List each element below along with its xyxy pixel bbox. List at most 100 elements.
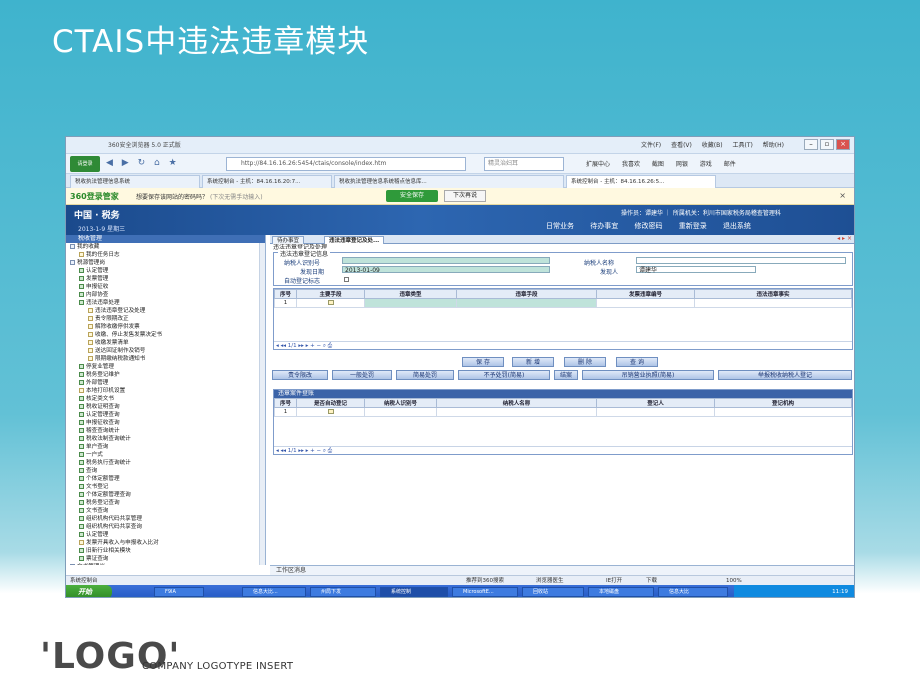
grid1-pager[interactable]: ◂ ◂◂ 1/1 ▸▸ ▸ + − ⌕ ⎙: [274, 341, 852, 349]
tree-item[interactable]: 文书管理岗: [66, 563, 265, 565]
tree-item[interactable]: 发票管理: [66, 275, 265, 283]
table-cell[interactable]: [456, 298, 597, 308]
row-checkbox[interactable]: [327, 299, 334, 305]
row-select-cell[interactable]: [296, 407, 365, 417]
simple-penalty-button[interactable]: 简易处罚: [396, 370, 454, 380]
login-button[interactable]: 请登录: [70, 156, 100, 172]
tree-item[interactable]: 认定管理查询: [66, 411, 265, 419]
delete-button[interactable]: 删 除: [564, 357, 606, 367]
maximize-icon[interactable]: ▫: [820, 139, 834, 150]
browser-tab-4[interactable]: 系统控制台 - 主机：84.16.16.26:5...: [566, 175, 716, 188]
save-button[interactable]: 保 存: [462, 357, 504, 367]
taxpayer-name-field[interactable]: [636, 257, 846, 264]
taskbar-item[interactable]: 信息大比...: [242, 587, 306, 597]
tree-item[interactable]: 申报征收查询: [66, 419, 265, 427]
tree-item[interactable]: 单户查询: [66, 443, 265, 451]
tab-violation-registration[interactable]: 违法违章登记及处...: [324, 236, 385, 244]
nav-change-password[interactable]: 修改密码: [634, 222, 662, 230]
taskbar-item[interactable]: 系统控制: [380, 587, 448, 597]
close-icon[interactable]: ×: [839, 191, 846, 200]
tree-item[interactable]: 内部协查: [66, 291, 265, 299]
tree-item[interactable]: 查询: [66, 467, 265, 475]
tree-item[interactable]: 停复业管理: [66, 363, 265, 371]
tree-item[interactable]: 旧新行业相关模块: [66, 547, 265, 555]
found-date-field[interactable]: 2013-01-09: [342, 266, 550, 274]
tree-item[interactable]: 我的任务日志: [66, 251, 265, 259]
general-penalty-button[interactable]: 一般处罚: [332, 370, 392, 380]
menu-file[interactable]: 文件(F): [641, 142, 661, 149]
tree-item[interactable]: 收缴发票清单: [66, 339, 265, 347]
tree-item[interactable]: 解除收缴停供发票: [66, 323, 265, 331]
tree-item[interactable]: 违法违章登记及处理: [66, 307, 265, 315]
menu-view[interactable]: 查看(V): [671, 142, 692, 149]
tree-item[interactable]: 核定类文书: [66, 395, 265, 403]
row-checkbox[interactable]: [327, 408, 334, 414]
nav-exit[interactable]: 退出系统: [723, 222, 751, 230]
tree-item[interactable]: 外部管理: [66, 379, 265, 387]
tree-item[interactable]: 收缴、停止发售发票决定书: [66, 331, 265, 339]
close-icon[interactable]: ×: [836, 139, 850, 150]
extensions-button[interactable]: 扩展中心: [586, 161, 610, 168]
table-row[interactable]: 1: [274, 407, 852, 417]
tree-item[interactable]: 文书查询: [66, 507, 265, 515]
table-cell[interactable]: [694, 298, 852, 308]
tree-item[interactable]: 个体定额管理: [66, 475, 265, 483]
tree-item[interactable]: 申报征收: [66, 283, 265, 291]
tree-scrollbar[interactable]: [259, 243, 265, 565]
forward-icon[interactable]: ▶: [122, 158, 129, 168]
tree-item[interactable]: 认定管理: [66, 531, 265, 539]
row-select-cell[interactable]: [296, 298, 365, 308]
table-cell[interactable]: [596, 407, 715, 417]
later-button[interactable]: 下次再说: [444, 190, 486, 202]
tree-item[interactable]: 我的收藏: [66, 243, 265, 251]
revoke-license-button[interactable]: 吊销营业执照(简易): [582, 370, 714, 380]
tree-item[interactable]: 税务登记查询: [66, 499, 265, 507]
menu-tools[interactable]: 工具(T): [733, 142, 753, 149]
tree-item[interactable]: 个体定额管理查询: [66, 491, 265, 499]
tree-item[interactable]: 文书登记: [66, 483, 265, 491]
games-button[interactable]: 游戏: [700, 161, 712, 168]
screenshot-button[interactable]: 截图: [652, 161, 664, 168]
browser-tab-2[interactable]: 系统控制台 - 主机：84.16.16.20:7...: [202, 175, 332, 188]
address-bar[interactable]: http://84.16.16.26:5454/ctais/console/in…: [226, 157, 466, 171]
tree-item[interactable]: 一户式: [66, 451, 265, 459]
mail-button[interactable]: 邮件: [724, 161, 736, 168]
tree-item[interactable]: 发票开具收入与申报收入比对: [66, 539, 265, 547]
add-button[interactable]: 新 增: [512, 357, 554, 367]
nav-todo[interactable]: 待办事宜: [590, 222, 618, 230]
taskbar-item[interactable]: 本地磁盘: [588, 587, 654, 597]
tree-item[interactable]: 违法违章处理: [66, 299, 265, 307]
taskbar-item[interactable]: 回收站: [522, 587, 584, 597]
browser-tab-3[interactable]: 税收执法管理信息系统稽点信息库...: [334, 175, 564, 188]
query-button[interactable]: 查 询: [616, 357, 658, 367]
taskbar-item[interactable]: 信息大比: [658, 587, 728, 597]
auto-flag-checkbox[interactable]: [344, 277, 349, 282]
tree-item[interactable]: 本地打印机设置: [66, 387, 265, 395]
table-cell[interactable]: [596, 298, 695, 308]
table-cell[interactable]: [714, 407, 852, 417]
no-penalty-button[interactable]: 不予处罚(简易): [458, 370, 550, 380]
tree-item[interactable]: 组织机构代码共享查询: [66, 523, 265, 531]
tree-item[interactable]: 稽查查询统计: [66, 427, 265, 435]
order-correction-button[interactable]: 责令限改: [272, 370, 328, 380]
grid2-pager[interactable]: ◂ ◂◂ 1/1 ▸▸ ▸ + − ⌕ ⎙: [274, 446, 852, 454]
save-password-button[interactable]: 安全保存: [386, 190, 438, 202]
tree-item[interactable]: 组织机构代码共享管理: [66, 515, 265, 523]
nav-daily-business[interactable]: 日常业务: [546, 222, 574, 230]
tree-item[interactable]: 税源管理岗: [66, 259, 265, 267]
tree-item[interactable]: 税收证明查询: [66, 403, 265, 411]
tree-item[interactable]: 送达回证制作及销号: [66, 347, 265, 355]
tree-item[interactable]: 税务登记维护: [66, 371, 265, 379]
tab-nav-arrows-icon[interactable]: ◂ ▸ ×: [837, 235, 852, 242]
minimize-icon[interactable]: –: [804, 139, 818, 150]
finder-field[interactable]: 谭建华: [636, 266, 756, 274]
table-cell[interactable]: [364, 407, 437, 417]
menu-favorites[interactable]: 收藏(B): [702, 142, 723, 149]
report-registration-button[interactable]: 举报税收纳税人登记: [718, 370, 852, 380]
menu-help[interactable]: 帮助(H): [763, 142, 784, 149]
home-icon[interactable]: ⌂: [154, 158, 160, 168]
tree-item[interactable]: 责令限期改正: [66, 315, 265, 323]
tree-item[interactable]: 限期缴纳税款通知书: [66, 355, 265, 363]
start-button[interactable]: 开始: [66, 585, 112, 597]
tree-item[interactable]: 税务执行查询统计: [66, 459, 265, 467]
